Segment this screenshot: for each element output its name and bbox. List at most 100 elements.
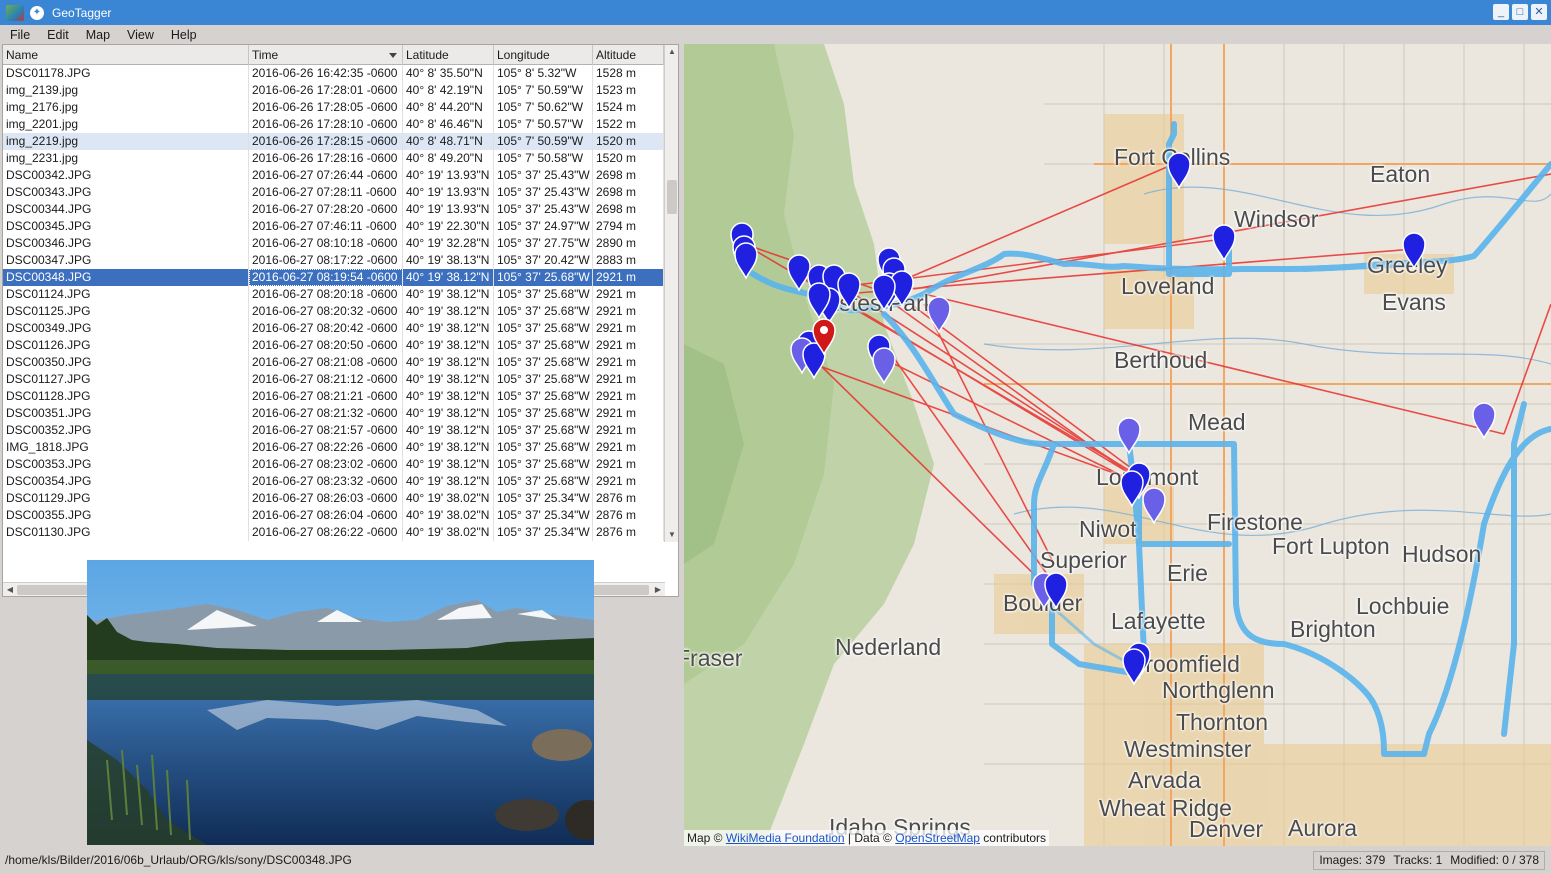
tracks-count: Tracks: 1 — [1393, 853, 1443, 867]
cell-altitude: 2921 m — [593, 388, 664, 405]
close-button[interactable]: ✕ — [1531, 4, 1547, 20]
table-row[interactable]: DSC00351.JPG 2016-06-27 08:21:32 -0600 40°… — [3, 405, 678, 422]
menu-map[interactable]: Map — [76, 28, 117, 42]
cell-time: 2016-06-27 08:21:08 -0600 — [249, 354, 403, 371]
map-marker-icon[interactable] — [1122, 648, 1146, 686]
cell-time: 2016-06-27 07:46:11 -0600 — [249, 218, 403, 235]
left-pane: Name Time Latitude Longitude Altitude DS… — [0, 44, 680, 847]
cell-latitude: 40° 19' 38.12"N — [403, 286, 494, 303]
scroll-left-icon[interactable]: ◀ — [3, 583, 17, 596]
cell-latitude: 40° 19' 38.12"N — [403, 473, 494, 490]
cell-time: 2016-06-27 08:20:50 -0600 — [249, 337, 403, 354]
vertical-scrollbar[interactable]: ▲ ▼ — [664, 45, 678, 542]
table-row[interactable]: DSC00347.JPG 2016-06-27 08:17:22 -0600 40°… — [3, 252, 678, 269]
map-view[interactable]: Fort Collins Eaton Windsor Greeley Lovel… — [684, 44, 1551, 846]
cell-latitude: 40° 19' 13.93"N — [403, 184, 494, 201]
cell-longitude: 105° 7' 50.59"W — [494, 133, 593, 150]
map-marker-icon[interactable] — [1120, 470, 1144, 508]
table-row[interactable]: DSC00342.JPG 2016-06-27 07:26:44 -0600 40°… — [3, 167, 678, 184]
table-row[interactable]: DSC01126.JPG 2016-06-27 08:20:50 -0600 40°… — [3, 337, 678, 354]
cell-time: 2016-06-26 17:28:16 -0600 — [249, 150, 403, 167]
menu-view[interactable]: View — [117, 28, 161, 42]
cell-longitude: 105° 37' 25.43"W — [494, 201, 593, 218]
map-marker-icon[interactable] — [787, 254, 811, 292]
scroll-up-icon[interactable]: ▲ — [665, 45, 678, 59]
image-table[interactable]: Name Time Latitude Longitude Altitude DS… — [2, 44, 679, 597]
cell-altitude: 2921 m — [593, 439, 664, 456]
map-marker-icon[interactable] — [1142, 487, 1166, 525]
table-row[interactable]: DSC00343.JPG 2016-06-27 07:28:11 -0600 40°… — [3, 184, 678, 201]
cell-time: 2016-06-27 08:21:21 -0600 — [249, 388, 403, 405]
menu-help[interactable]: Help — [161, 28, 204, 42]
modified-count: Modified: 0 / 378 — [1450, 853, 1539, 867]
menu-edit[interactable]: Edit — [37, 28, 76, 42]
map-marker-icon[interactable] — [734, 242, 758, 280]
map-marker-icon[interactable] — [1044, 572, 1068, 610]
column-header-time[interactable]: Time — [249, 45, 403, 65]
cell-name: DSC01124.JPG — [3, 286, 249, 303]
table-row[interactable]: DSC01127.JPG 2016-06-27 08:21:12 -0600 40°… — [3, 371, 678, 388]
table-row[interactable]: DSC00349.JPG 2016-06-27 08:20:42 -0600 40°… — [3, 320, 678, 337]
cell-name: DSC01178.JPG — [3, 65, 249, 82]
table-row[interactable]: DSC00350.JPG 2016-06-27 08:21:08 -0600 40°… — [3, 354, 678, 371]
map-marker-icon[interactable] — [1117, 417, 1141, 455]
table-row[interactable]: DSC00346.JPG 2016-06-27 08:10:18 -0600 40°… — [3, 235, 678, 252]
map-marker-icon[interactable] — [1212, 224, 1236, 262]
openstreetmap-link[interactable]: OpenStreetMap — [895, 831, 980, 845]
cell-name: img_2231.jpg — [3, 150, 249, 167]
scroll-right-icon[interactable]: ▶ — [651, 583, 665, 596]
cell-name: DSC00342.JPG — [3, 167, 249, 184]
vertical-scroll-thumb[interactable] — [667, 180, 677, 214]
cell-name: DSC00347.JPG — [3, 252, 249, 269]
map-marker-icon[interactable] — [872, 347, 896, 385]
table-row[interactable]: img_2231.jpg 2016-06-26 17:28:16 -0600 40°… — [3, 150, 678, 167]
map-marker-icon[interactable] — [1472, 402, 1496, 440]
table-row[interactable]: IMG_1818.JPG 2016-06-27 08:22:26 -0600 40°… — [3, 439, 678, 456]
table-row[interactable]: DSC01130.JPG 2016-06-27 08:26:22 -0600 40°… — [3, 524, 678, 541]
column-header-latitude[interactable]: Latitude — [403, 45, 494, 65]
table-row[interactable]: DSC00354.JPG 2016-06-27 08:23:32 -0600 40°… — [3, 473, 678, 490]
cell-longitude: 105° 37' 25.68"W — [494, 303, 593, 320]
map-marker-icon[interactable] — [1402, 232, 1426, 270]
table-row[interactable]: DSC00344.JPG 2016-06-27 07:28:20 -0600 40°… — [3, 201, 678, 218]
marker-layer[interactable] — [684, 44, 1551, 846]
scroll-down-icon[interactable]: ▼ — [665, 528, 678, 542]
table-row[interactable]: img_2201.jpg 2016-06-26 17:28:10 -0600 40°… — [3, 116, 678, 133]
cell-name: img_2201.jpg — [3, 116, 249, 133]
cell-time: 2016-06-26 17:28:01 -0600 — [249, 82, 403, 99]
table-row[interactable]: DSC00345.JPG 2016-06-27 07:46:11 -0600 40°… — [3, 218, 678, 235]
cell-altitude: 2698 m — [593, 184, 664, 201]
table-row[interactable]: DSC00348.JPG 2016-06-27 08:19:54 -0600 40°… — [3, 269, 678, 286]
table-row[interactable]: img_2139.jpg 2016-06-26 17:28:01 -0600 40°… — [3, 82, 678, 99]
map-marker-icon[interactable] — [1167, 152, 1191, 190]
table-row[interactable]: DSC01125.JPG 2016-06-27 08:20:32 -0600 40°… — [3, 303, 678, 320]
cell-name: DSC00354.JPG — [3, 473, 249, 490]
cell-altitude: 2921 m — [593, 303, 664, 320]
cell-altitude: 1520 m — [593, 133, 664, 150]
map-marker-icon[interactable] — [927, 296, 951, 334]
maximize-button[interactable]: □ — [1512, 4, 1528, 20]
menu-file[interactable]: File — [0, 28, 37, 42]
minimize-button[interactable]: _ — [1493, 4, 1509, 20]
table-row[interactable]: DSC00355.JPG 2016-06-27 08:26:04 -0600 40°… — [3, 507, 678, 524]
cell-time: 2016-06-27 08:19:54 -0600 — [249, 269, 403, 286]
table-row[interactable]: DSC00352.JPG 2016-06-27 08:21:57 -0600 40°… — [3, 422, 678, 439]
cell-longitude: 105° 37' 25.34"W — [494, 524, 593, 541]
wikimedia-link[interactable]: WikiMedia Foundation — [726, 831, 845, 845]
table-row[interactable]: img_2176.jpg 2016-06-26 17:28:05 -0600 40°… — [3, 99, 678, 116]
map-marker-icon[interactable] — [837, 272, 861, 310]
table-row[interactable]: DSC00353.JPG 2016-06-27 08:23:02 -0600 40°… — [3, 456, 678, 473]
column-header-longitude[interactable]: Longitude — [494, 45, 593, 65]
cell-time: 2016-06-27 07:26:44 -0600 — [249, 167, 403, 184]
cell-altitude: 2921 m — [593, 422, 664, 439]
table-row[interactable]: DSC01129.JPG 2016-06-27 08:26:03 -0600 40°… — [3, 490, 678, 507]
column-header-name[interactable]: Name — [3, 45, 249, 65]
table-row[interactable]: DSC01178.JPG 2016-06-26 16:42:35 -0600 40°… — [3, 65, 678, 82]
column-header-altitude[interactable]: Altitude — [593, 45, 664, 65]
cell-latitude: 40° 19' 38.12"N — [403, 371, 494, 388]
pin-icon[interactable]: ✦ — [30, 5, 44, 20]
table-row[interactable]: DSC01128.JPG 2016-06-27 08:21:21 -0600 40°… — [3, 388, 678, 405]
cell-longitude: 105° 37' 20.42"W — [494, 252, 593, 269]
table-row[interactable]: img_2219.jpg 2016-06-26 17:28:15 -0600 40°… — [3, 133, 678, 150]
table-row[interactable]: DSC01124.JPG 2016-06-27 08:20:18 -0600 40°… — [3, 286, 678, 303]
